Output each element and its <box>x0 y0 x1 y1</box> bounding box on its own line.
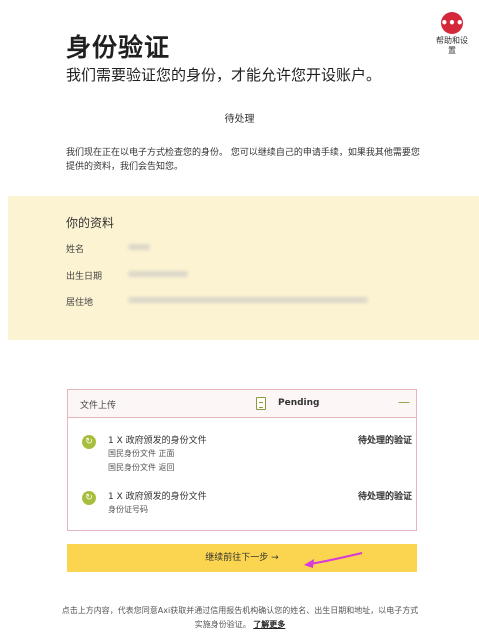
minus-icon[interactable]: — <box>398 396 410 408</box>
info-label-address: 居住地 <box>66 298 94 308</box>
page-subtitle: 我们需要验证您的身份，才能允许您开设账户。 <box>66 66 382 84</box>
footer-text: 点击上方内容，代表您同意Axi获取并通过信用报告机构确认您的姓名、出生日期和地址… <box>61 606 419 629</box>
document-sub-id-number: 身份证号码 <box>108 505 148 514</box>
info-label-name: 姓名 <box>66 245 85 255</box>
help-settings-button[interactable]: ••• 帮助和设置 <box>432 12 472 56</box>
upload-card-header[interactable]: 文件上传 Pending — <box>68 390 416 418</box>
pending-refresh-icon: ↻ <box>82 491 96 505</box>
document-status: 待处理的验证 <box>357 436 412 446</box>
page-title: 身份验证 <box>66 33 171 62</box>
document-title: 1 X 政府颁发的身份文件 <box>108 436 207 446</box>
document-sub-back: 国民身份文件 返回 <box>108 463 175 472</box>
redacted-dob <box>128 271 188 277</box>
redacted-name <box>128 244 150 250</box>
upload-title: 文件上传 <box>80 401 117 411</box>
upload-status: Pending <box>278 398 320 408</box>
document-title: 1 X 政府颁发的身份文件 <box>108 492 207 502</box>
info-heading: 你的资料 <box>66 216 115 230</box>
your-info-panel: 你的资料 姓名 出生日期 居住地 <box>8 196 479 340</box>
more-dots-icon[interactable]: ••• <box>441 12 464 34</box>
learn-more-link[interactable]: 了解更多 <box>253 620 285 629</box>
footer-consent: 点击上方内容，代表您同意Axi获取并通过信用报告机构确认您的姓名、出生日期和地址… <box>60 604 420 632</box>
redacted-address <box>128 297 368 303</box>
document-sub-front: 国民身份文件 正面 <box>108 449 175 458</box>
help-settings-label: 帮助和设置 <box>436 36 468 55</box>
document-status: 待处理的验证 <box>357 492 412 502</box>
verification-status-label: 待处理 <box>224 114 255 125</box>
annotation-arrow-icon <box>304 552 363 568</box>
identity-verification-page: ••• 帮助和设置 身份验证 我们需要验证您的身份，才能允许您开设账户。 待处理… <box>0 0 479 638</box>
document-icon <box>256 397 266 410</box>
status-description: 我们现在正在以电子方式检查您的身份。 您可以继续自己的申请手续，如果我其他需要您… <box>66 148 420 172</box>
document-upload-card: 文件上传 Pending — ↻ 1 X 政府颁发的身份文件 待处理的验证 国民… <box>67 389 417 531</box>
pending-refresh-icon: ↻ <box>82 435 96 449</box>
info-label-dob: 出生日期 <box>66 272 103 282</box>
